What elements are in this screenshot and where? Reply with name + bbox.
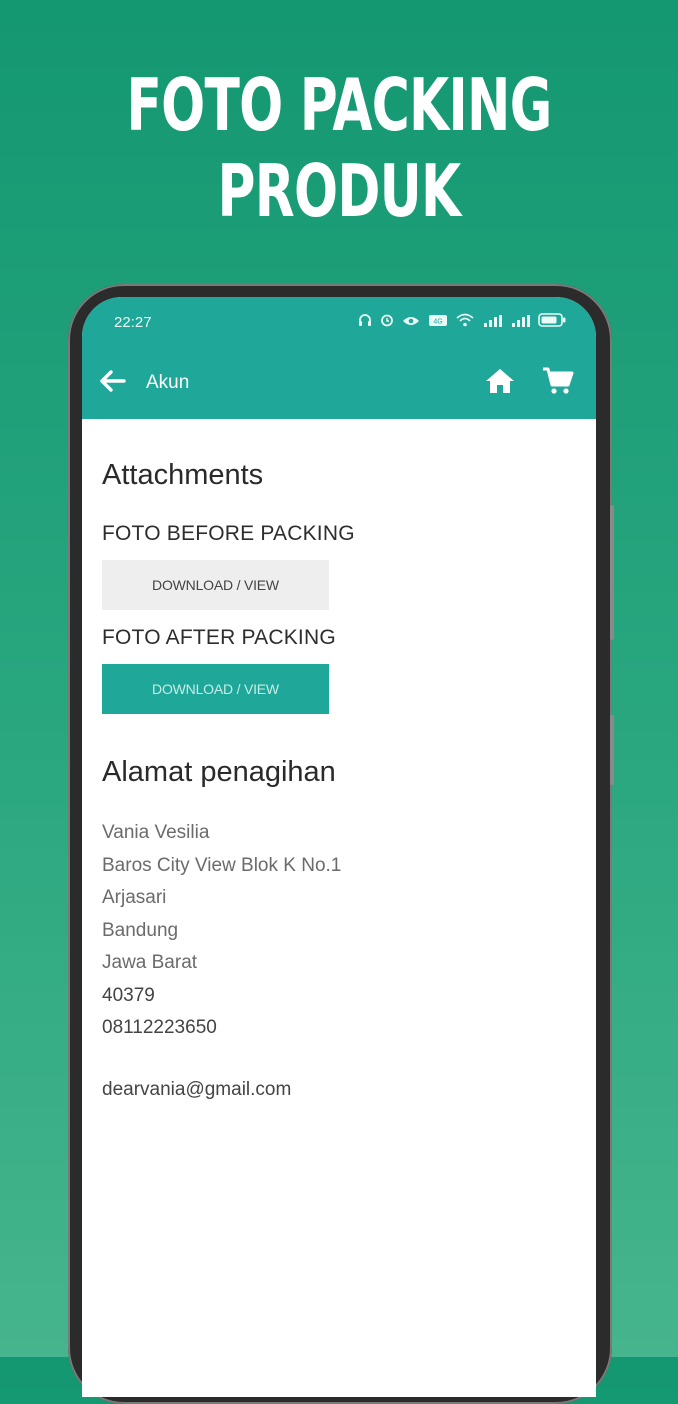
page-content: Attachments FOTO BEFORE PACKING DOWNLOAD… <box>82 419 596 1101</box>
promo-headline: FOTO PACKING PRODUK <box>95 62 583 234</box>
billing-district: Arjasari <box>102 887 167 908</box>
phone-screen: 22:27 4G Akun Attachments FOTO BEFORE PA… <box>82 297 596 1397</box>
phone-volume-button <box>610 505 614 640</box>
headphones-icon <box>358 313 372 331</box>
after-packing-label: FOTO AFTER PACKING <box>102 626 336 649</box>
phone-power-button <box>610 715 614 785</box>
eye-icon <box>402 314 420 331</box>
before-packing-label: FOTO BEFORE PACKING <box>102 522 355 545</box>
billing-address-heading: Alamat penagihan <box>102 756 336 788</box>
billing-province: Jawa Barat <box>102 952 198 973</box>
wifi-icon <box>456 313 474 331</box>
app-bar: Akun <box>82 347 596 419</box>
billing-street: Baros City View Blok K No.1 <box>102 854 342 876</box>
attachments-heading: Attachments <box>102 459 264 491</box>
status-bar: 22:27 4G <box>82 297 596 347</box>
billing-email: dearvania@gmail.com <box>102 1078 292 1100</box>
billing-city: Bandung <box>102 919 179 941</box>
vpn-icon: 4G <box>428 314 448 331</box>
billing-name: Vania Vesilia <box>102 822 210 843</box>
battery-icon <box>538 313 566 331</box>
after-download-button[interactable]: DOWNLOAD / VIEW <box>102 664 329 714</box>
home-icon[interactable] <box>484 367 516 399</box>
signal-1-icon <box>482 314 502 331</box>
signal-2-icon <box>510 314 530 331</box>
billing-phone: 08112223650 <box>102 1017 217 1038</box>
before-download-button[interactable]: DOWNLOAD / VIEW <box>102 560 329 610</box>
headline-line-1: FOTO PACKING <box>126 63 552 147</box>
app-bar-title: Akun <box>146 372 190 393</box>
headline-line-2: PRODUK <box>217 149 462 233</box>
cart-icon[interactable] <box>542 367 574 399</box>
arrow-left-icon[interactable] <box>98 369 134 398</box>
status-time: 22:27 <box>114 313 152 331</box>
status-icons: 4G <box>358 313 566 331</box>
billing-postal-code: 40379 <box>102 984 155 1006</box>
alarm-icon <box>380 313 394 331</box>
svg-text:4G: 4G <box>433 318 442 325</box>
